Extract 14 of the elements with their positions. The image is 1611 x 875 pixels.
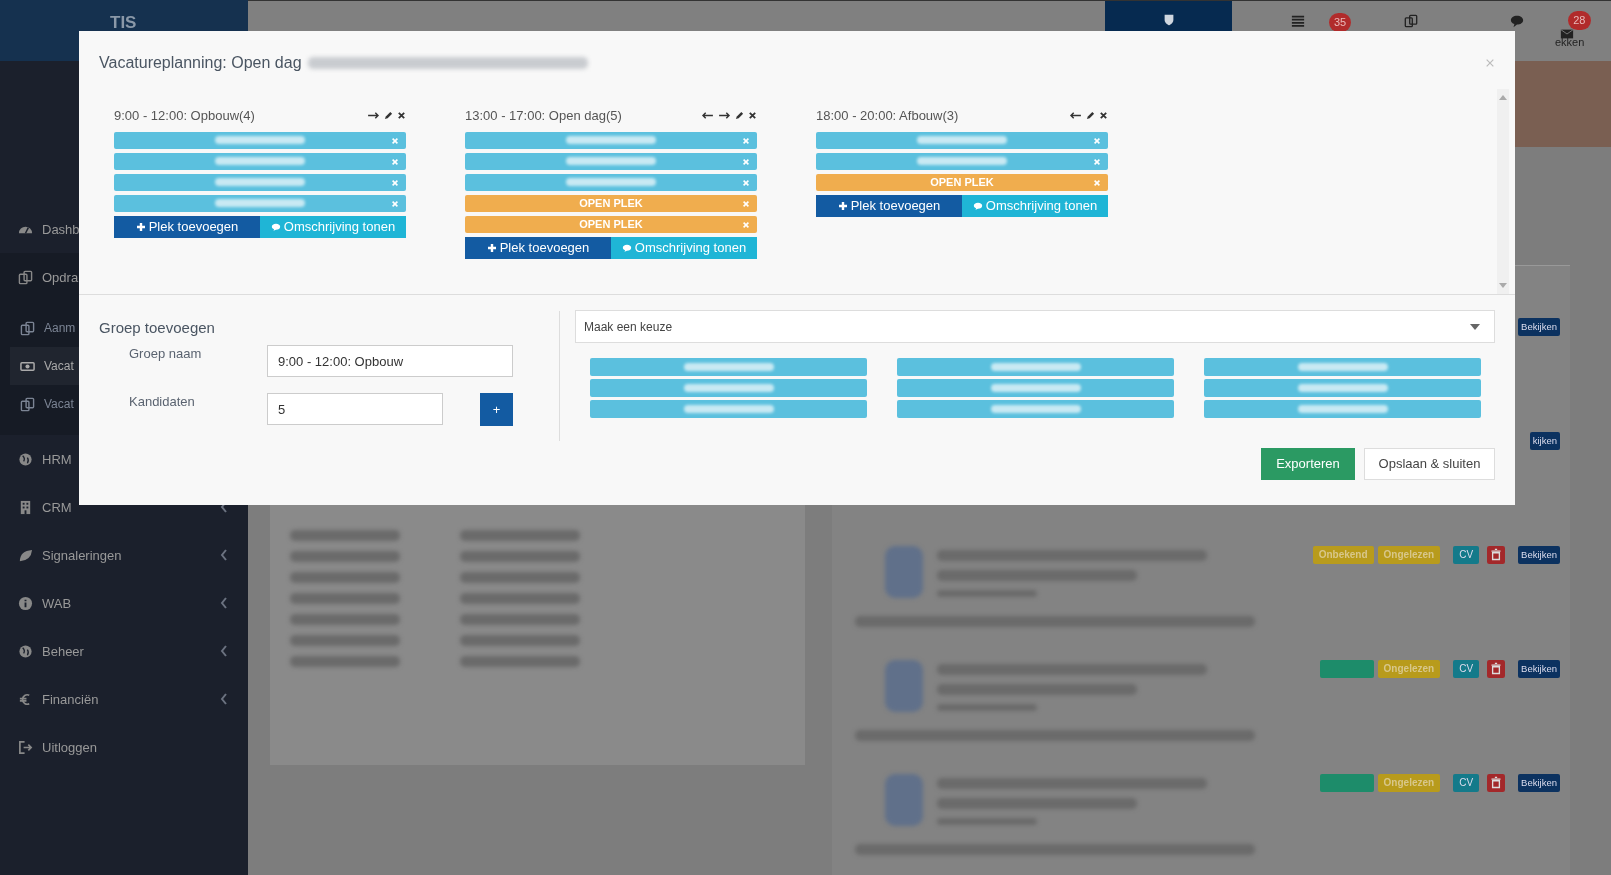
section-heading: Groep toevoegen [99, 319, 216, 336]
count-badge: 28 [1568, 11, 1591, 30]
field-label: Groep naam [128, 345, 203, 361]
group-title: 9:00 - 12:00: Opbouw(4) [114, 108, 256, 123]
logo-text: TIS [110, 14, 137, 31]
status-badge: Ongelezen [1377, 660, 1441, 678]
count-badge: 35 [1329, 13, 1352, 32]
field-label: Kandidaten [128, 393, 196, 409]
status-badge: Onbekend [1312, 546, 1374, 564]
group-title: 18:00 - 20:00: Afbouw(3) [816, 108, 960, 123]
status-badge: Ongelezen [1377, 546, 1441, 564]
status-badge: Ongelezen [1377, 774, 1441, 792]
modal-title: Vacatureplanning: Open dag [99, 54, 302, 72]
group-title: 13:00 - 17:00: Open dag(5) [465, 108, 623, 123]
